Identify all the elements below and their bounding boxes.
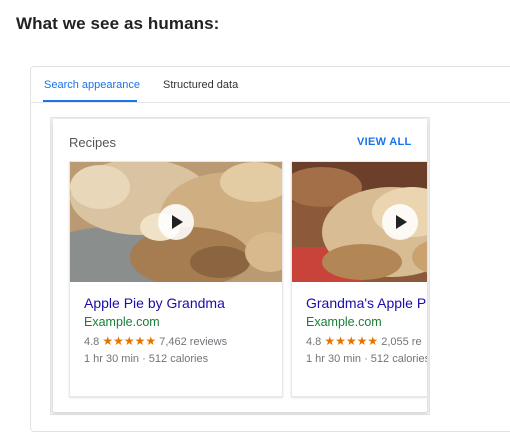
recipes-carousel: Recipes VIEW ALL Apple Pie by Grandma Ex…: [53, 119, 427, 412]
recipe-source: Example.com: [84, 315, 160, 329]
recipe-source: Example.com: [306, 315, 382, 329]
recipe-card[interactable]: Grandma's Apple P Example.com 4.8 ★★★★★ …: [291, 161, 427, 397]
view-all-link[interactable]: VIEW ALL: [357, 136, 412, 148]
recipe-meta: 1 hr 30 min · 512 calories: [306, 353, 427, 365]
preview-panel: Search appearance Structured data Recipe…: [30, 66, 510, 432]
star-rating-icon: ★★★★★: [102, 334, 157, 348]
recipe-title[interactable]: Grandma's Apple P: [306, 295, 426, 311]
recipe-meta: 1 hr 30 min · 512 calories: [84, 353, 209, 365]
recipe-thumbnail: [292, 162, 427, 282]
review-count: 2,055 re: [381, 336, 422, 348]
tab-bar: Search appearance Structured data: [31, 67, 510, 103]
page-heading: What we see as humans:: [16, 14, 220, 33]
tab-structured-data[interactable]: Structured data: [163, 79, 238, 91]
rating-value: 4.8: [306, 336, 322, 348]
star-rating-icon: ★★★★★: [324, 334, 379, 348]
section-title: Recipes: [69, 135, 116, 150]
tab-search-appearance[interactable]: Search appearance: [44, 79, 140, 91]
recipe-card[interactable]: Apple Pie by Grandma Example.com 4.8 ★★★…: [69, 161, 283, 397]
play-icon[interactable]: [382, 204, 418, 240]
recipe-thumbnail: [70, 162, 282, 282]
review-count: 7,462 reviews: [159, 336, 228, 348]
recipe-rating: 4.8 ★★★★★ 2,055 re: [306, 334, 422, 348]
play-icon[interactable]: [158, 204, 194, 240]
active-tab-indicator: [43, 100, 137, 102]
recipe-rating: 4.8 ★★★★★ 7,462 reviews: [84, 334, 227, 348]
recipe-title[interactable]: Apple Pie by Grandma: [84, 295, 225, 311]
rating-value: 4.8: [84, 336, 100, 348]
